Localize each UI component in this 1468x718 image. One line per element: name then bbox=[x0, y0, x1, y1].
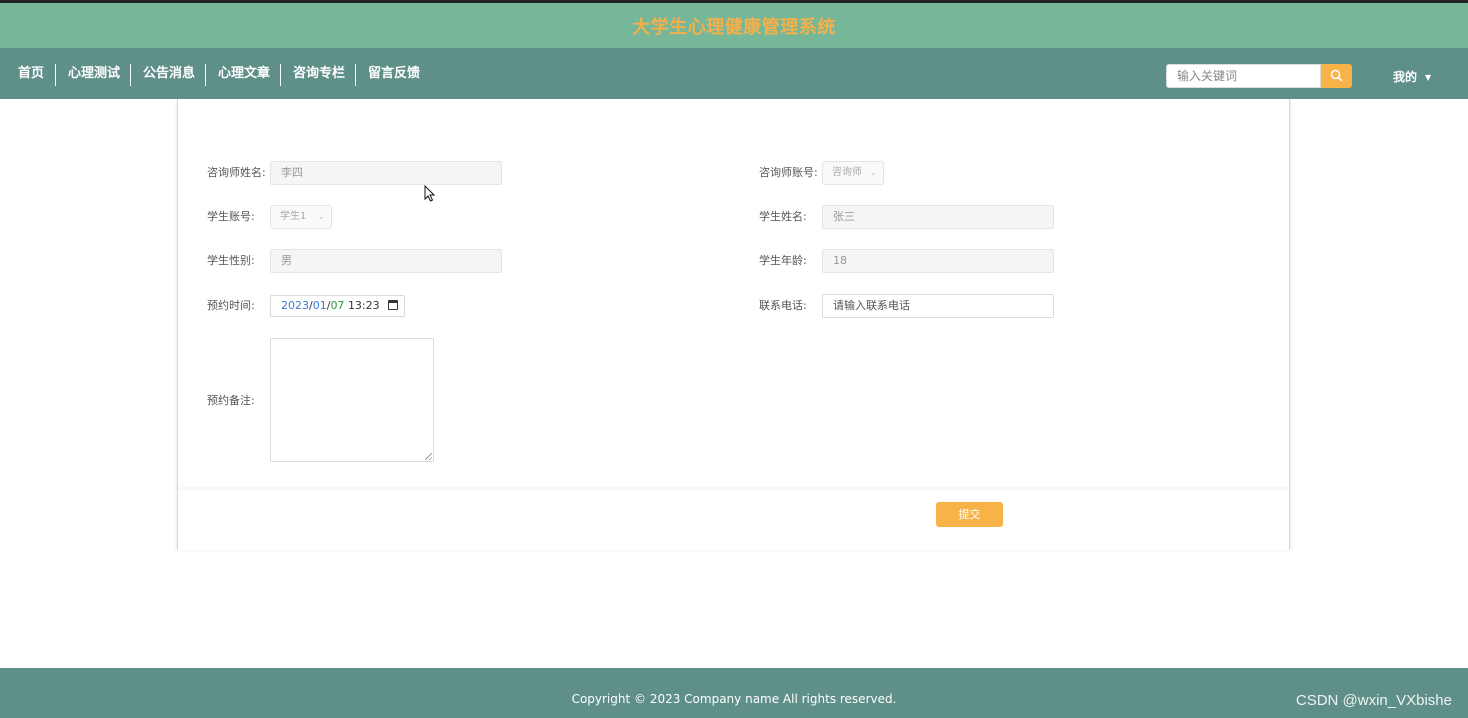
counselor-account-label: 咨询师账号: bbox=[759, 166, 818, 179]
appointment-time-picker[interactable]: 2023/01/07 13:23 bbox=[270, 295, 405, 317]
nav-item-consult-column[interactable]: 咨询专栏 bbox=[293, 66, 345, 82]
nav-separator bbox=[130, 64, 131, 86]
submit-button[interactable]: 提交 bbox=[936, 502, 1003, 527]
main-nav: 首页 心理测试 公告消息 心理文章 咨询专栏 留言反馈 我的 ▼ bbox=[0, 48, 1468, 99]
calendar-icon[interactable] bbox=[388, 300, 398, 310]
student-age-field[interactable]: 18 bbox=[822, 249, 1054, 273]
phone-label: 联系电话: bbox=[759, 299, 807, 312]
counselor-account-value: 咨询师 bbox=[832, 167, 862, 178]
nav-item-feedback[interactable]: 留言反馈 bbox=[368, 66, 420, 82]
nav-separator bbox=[55, 64, 56, 86]
nav-item-psych-test[interactable]: 心理测试 bbox=[68, 66, 120, 82]
date-month: 01 bbox=[312, 299, 327, 312]
student-gender-label: 学生性别: bbox=[207, 254, 255, 267]
counselor-account-select[interactable]: 咨询师 ⌄ bbox=[822, 161, 884, 185]
nav-separator bbox=[205, 64, 206, 86]
chevron-down-icon: ⌄ bbox=[869, 168, 877, 178]
nav-separator bbox=[355, 64, 356, 86]
counselor-name-field[interactable]: 李四 bbox=[270, 161, 502, 185]
mouse-cursor-icon bbox=[424, 185, 436, 202]
counselor-name-label: 咨询师姓名: bbox=[207, 166, 266, 179]
student-name-label: 学生姓名: bbox=[759, 210, 807, 223]
remarks-label: 预约备注: bbox=[207, 394, 255, 407]
top-header: 大学生心理健康管理系统 bbox=[0, 0, 1468, 48]
page-footer: Copyright © 2023 Company name All rights… bbox=[0, 668, 1468, 718]
student-name-field[interactable]: 张三 bbox=[822, 205, 1054, 229]
nav-item-announcements[interactable]: 公告消息 bbox=[143, 66, 195, 82]
student-gender-field[interactable]: 男 bbox=[270, 249, 502, 273]
date-day: 07 bbox=[330, 299, 345, 312]
search-icon bbox=[1330, 69, 1343, 82]
phone-field[interactable]: 请输入联系电话 bbox=[822, 294, 1054, 318]
nav-separator bbox=[280, 64, 281, 86]
caret-down-icon: ▼ bbox=[1425, 73, 1432, 82]
user-menu[interactable]: 我的 ▼ bbox=[1393, 68, 1431, 85]
student-account-label: 学生账号: bbox=[207, 210, 255, 223]
watermark-text: CSDN @wxin_VXbishe bbox=[1295, 692, 1452, 709]
date-time: 13:23 bbox=[347, 299, 380, 312]
chevron-down-icon: ⌄ bbox=[317, 212, 325, 222]
date-year: 2023 bbox=[281, 299, 309, 312]
copyright-text: Copyright © 2023 Company name All rights… bbox=[571, 692, 897, 706]
student-account-value: 学生1 bbox=[280, 211, 307, 222]
nav-item-articles[interactable]: 心理文章 bbox=[218, 66, 270, 82]
appointment-time-label: 预约时间: bbox=[207, 299, 255, 312]
remarks-textarea[interactable] bbox=[270, 338, 434, 462]
student-age-label: 学生年龄: bbox=[759, 254, 807, 267]
search-button[interactable] bbox=[1321, 64, 1352, 88]
form-actions: 提交 bbox=[178, 487, 1289, 551]
search-input[interactable] bbox=[1166, 64, 1321, 88]
appointment-form-card: 咨询师姓名: 李四 咨询师账号: 咨询师 ⌄ 学生账号: 学生1 ⌄ 学生姓名:… bbox=[177, 99, 1290, 551]
nav-item-home[interactable]: 首页 bbox=[18, 66, 44, 82]
user-menu-label: 我的 bbox=[1393, 70, 1418, 84]
student-account-select[interactable]: 学生1 ⌄ bbox=[270, 205, 332, 229]
site-title: 大学生心理健康管理系统 bbox=[632, 17, 836, 38]
resize-handle-icon[interactable] bbox=[425, 453, 432, 460]
